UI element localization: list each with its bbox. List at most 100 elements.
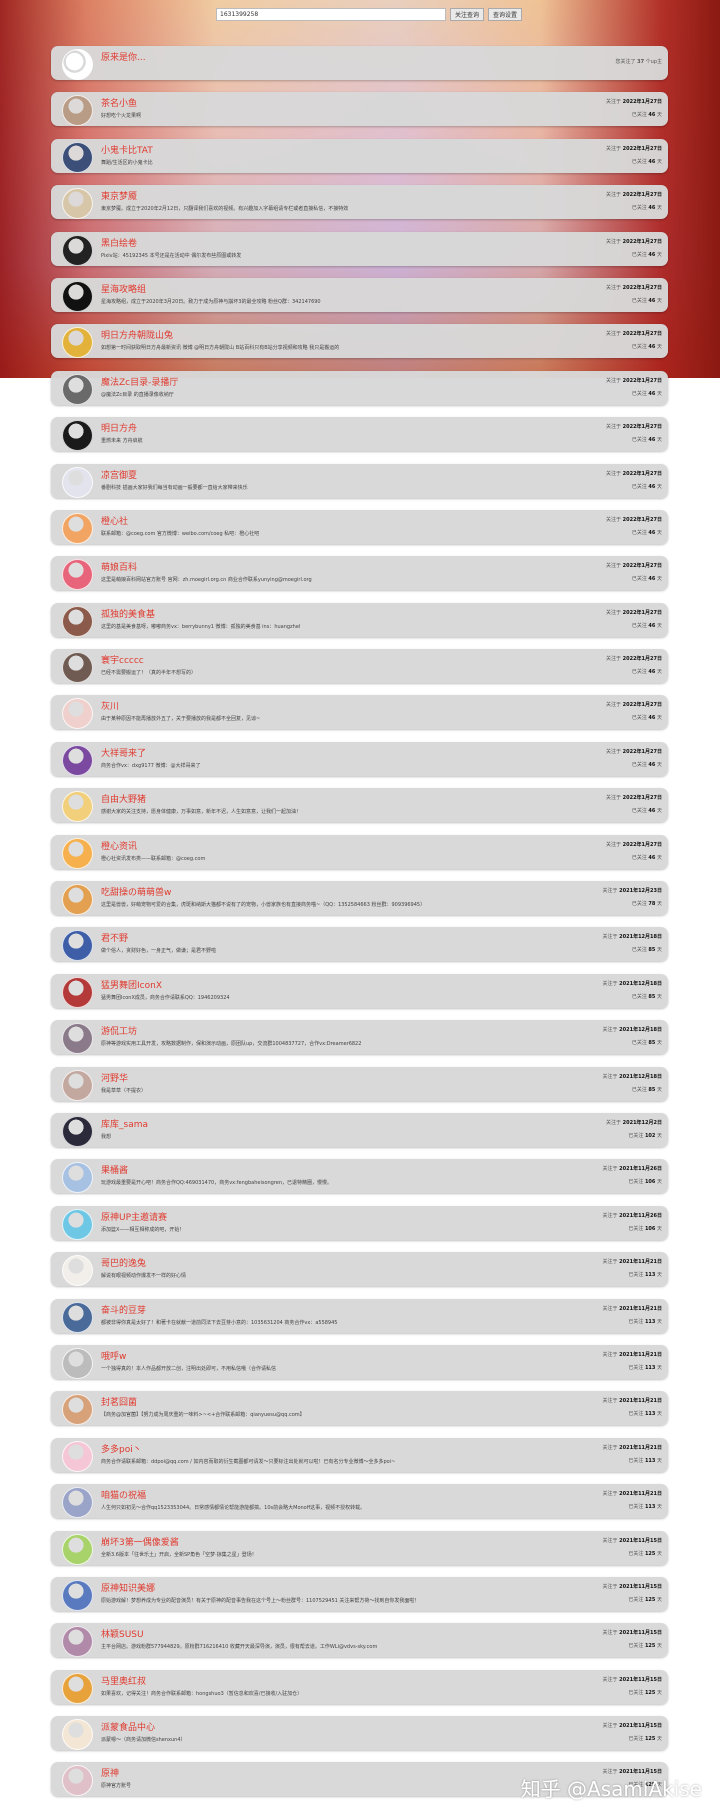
up-name[interactable]: 哦呼w xyxy=(101,1349,126,1362)
up-name[interactable]: 奋斗的豆芽 xyxy=(101,1303,146,1316)
following-card[interactable]: 灰川 由于某种原因不能再播放外五了，关于要播放的我是都不全回复，见谅~ 关注于 20… xyxy=(51,695,668,730)
following-card[interactable]: 星海攻略组 星海攻略组，成立于2020年3月20日。致力于成为原神与崩坏3的最全攻… xyxy=(51,277,668,312)
avatar[interactable] xyxy=(62,698,93,730)
following-card[interactable]: 果桶酱 玩游戏最重要是开心吧！商务合作QQ:469031470，商务vx:feng… xyxy=(51,1159,668,1194)
avatar[interactable] xyxy=(62,420,93,452)
following-card[interactable]: 崩坏3第一偶像爱酱 全新3.6版本「往世乐土」开启，全新SP角色「空梦·掠集之星」… xyxy=(51,1530,668,1565)
avatar[interactable] xyxy=(62,884,93,916)
up-name[interactable]: 库库_sama xyxy=(101,1117,148,1130)
following-card[interactable]: 茶名小鱼 好想吃个火龙果啊 关注于 2022年1月27日 已关注 46 天 xyxy=(51,92,668,127)
up-name[interactable]: 派蒙食品中心 xyxy=(101,1720,155,1733)
following-card[interactable]: 封茗囧菌 【商务@加官菌】【努力成为周庆重的一味料>~<+合作联系邮箱：qiany… xyxy=(51,1391,668,1426)
following-card[interactable]: 君不野 做个俗人，贪财好色，一身正气，做谦；是君不野啦 关注于 2021年12月18… xyxy=(51,927,668,962)
up-name[interactable]: 咱猫の祝福 xyxy=(101,1488,146,1501)
avatar[interactable] xyxy=(62,791,93,823)
avatar[interactable] xyxy=(62,1115,93,1147)
avatar[interactable] xyxy=(62,280,93,312)
up-name[interactable]: 原神UP主邀请赛 xyxy=(101,1210,167,1223)
avatar[interactable] xyxy=(62,1765,93,1797)
avatar[interactable] xyxy=(62,188,93,220)
avatar[interactable] xyxy=(62,1069,93,1101)
up-name[interactable]: 崩坏3第一偶像爱酱 xyxy=(101,1535,179,1548)
avatar[interactable] xyxy=(62,605,93,637)
up-name[interactable]: 東京梦魇 xyxy=(101,189,137,202)
following-card[interactable]: 明日方舟朝陇山兔 如想第一时间获取明日方舟最新资讯 微博 @明日方舟朝陇山 B站百… xyxy=(51,324,668,359)
avatar[interactable] xyxy=(62,327,93,359)
following-card[interactable]: 咱猫の祝福 人生何只如初见～合作qq1523353044。日常感情都情论帮能游能都… xyxy=(51,1484,668,1519)
up-name[interactable]: 明日方舟 xyxy=(101,421,137,434)
avatar[interactable] xyxy=(62,652,93,684)
following-card[interactable]: 林颖SUSU 主平台网店。游戏粉群577944829。原粉群716216410 收… xyxy=(51,1623,668,1658)
avatar[interactable] xyxy=(62,1626,93,1658)
avatar[interactable] xyxy=(62,234,93,266)
search-input[interactable] xyxy=(216,8,446,21)
avatar[interactable] xyxy=(62,837,93,869)
following-card[interactable]: 哦呼w 一个独得真的！本人作品都开放二创，注明出处即可，不用私信哦（合作请私信 关注… xyxy=(51,1344,668,1379)
following-card[interactable]: 寰宇ccccc 已经不需要搬运了！（真的半年不想写的） 关注于 2022年1月27日… xyxy=(51,649,668,684)
up-name[interactable]: 明日方舟朝陇山兔 xyxy=(101,328,173,341)
avatar[interactable] xyxy=(62,95,93,127)
up-name[interactable]: 自由大野猪 xyxy=(101,792,146,805)
following-card[interactable]: 小鬼卡比TAT 舞蹈/生活区的小鬼卡比 关注于 2022年1月27日 已关注 46 天 xyxy=(51,138,668,173)
following-card[interactable]: 橙心资讯 橙心社资讯发布类——联系邮箱：@coeg.com 关注于 2022年1月2… xyxy=(51,834,668,869)
avatar[interactable] xyxy=(62,141,93,173)
avatar[interactable] xyxy=(62,1301,93,1333)
following-card[interactable]: 原神知识美娜 原始游戏解！梦想养成为专业的配音演员！有关于原神的配音事告我在这个号… xyxy=(51,1576,668,1611)
following-card[interactable]: 萌娘百科 这里是萌娘百科网站官方账号 官网：zh.moegirl.org.cn 商… xyxy=(51,556,668,591)
following-card[interactable]: 魔法Zc目录-录播厅 @魔法Zc目录 的直播录像收纳厅 关注于 2022年1月27日… xyxy=(51,370,668,405)
following-card[interactable]: 河野华 我是草草（不提衣） 关注于 2021年12月18日 已关注 85 天 xyxy=(51,1066,668,1101)
following-card[interactable]: 東京梦魇 東京梦魇。成立于2020年2月12日，只翻译我们喜欢的视频。有兴趣加入字… xyxy=(51,185,668,220)
avatar[interactable] xyxy=(62,559,93,591)
avatar[interactable] xyxy=(62,512,93,544)
up-name[interactable]: 寰宇ccccc xyxy=(101,653,144,666)
following-card[interactable]: 马里奥红叔 如果喜欢，记得关注！商务合作联系邮箱：hongshuo3（暂信息和欢喜… xyxy=(51,1669,668,1704)
avatar[interactable] xyxy=(62,1162,93,1194)
up-name[interactable]: 马里奥红叔 xyxy=(101,1674,146,1687)
up-name[interactable]: 吃甜操の萌萌兽w xyxy=(101,885,171,898)
following-card[interactable]: 吃甜操の萌萌兽w 这里是兽兽，好萌宠物可爱的合集，虎斑和纳斯大猫都不说有了的宠物，… xyxy=(51,881,668,916)
up-name[interactable]: 橙心社 xyxy=(101,514,128,527)
following-card[interactable]: 库库_sama 我想 关注于 2021年12月2日 已关注 102 天 xyxy=(51,1112,668,1147)
up-name[interactable]: 封茗囧菌 xyxy=(101,1395,137,1408)
avatar[interactable] xyxy=(62,373,93,405)
following-card[interactable]: 原神UP主邀请赛 添加篮X——相互相称成的吧，开始！ 关注于 2021年11月26日… xyxy=(51,1205,668,1240)
up-name[interactable]: 哥巴的逸兔 xyxy=(101,1256,146,1269)
avatar[interactable] xyxy=(62,1719,93,1751)
up-name[interactable]: 灰川 xyxy=(101,699,119,712)
avatar[interactable] xyxy=(62,1440,93,1472)
following-card[interactable]: 派蒙食品中心 派蒙嗯～（商务请加微信shenxun4） 关注于 2021年11月15… xyxy=(51,1716,668,1751)
up-name[interactable]: 多多poi丶 xyxy=(101,1442,142,1455)
avatar[interactable] xyxy=(62,744,93,776)
following-card[interactable]: 多多poi丶 商务合作请联系邮箱：ddpoi@qq.com / 如内容而取的衍生截… xyxy=(51,1437,668,1472)
self-name[interactable]: 原来是你... xyxy=(101,50,146,63)
up-name[interactable]: 萌娘百科 xyxy=(101,560,137,573)
up-name[interactable]: 河野华 xyxy=(101,1071,128,1084)
avatar[interactable] xyxy=(62,1347,93,1379)
avatar[interactable] xyxy=(62,49,93,80)
following-card[interactable]: 凉宫御夏 番剧科技 插画大家好我们每当有动画一般要都一直给大家带来快乐 关注于 20… xyxy=(51,463,668,498)
avatar[interactable] xyxy=(62,1533,93,1565)
up-name[interactable]: 星海攻略组 xyxy=(101,282,146,295)
up-name[interactable]: 大祥哥来了 xyxy=(101,746,146,759)
following-card[interactable]: 明日方舟 重燃未来 方舟启航 关注于 2022年1月27日 已关注 46 天 xyxy=(51,417,668,452)
up-name[interactable]: 君不野 xyxy=(101,931,128,944)
avatar[interactable] xyxy=(62,976,93,1008)
avatar[interactable] xyxy=(62,1672,93,1704)
settings-button[interactable]: 查询设置 xyxy=(488,8,523,21)
following-card[interactable]: 黑白绘卷 Pixiv站：45192345 本号还是在活动中 偶尔发布些原图或转发 关… xyxy=(51,231,668,266)
up-name[interactable]: 原神知识美娜 xyxy=(101,1581,155,1594)
following-card[interactable]: 猛男舞团IconX 猛男舞团IconX成员，商务合作请联系QQ：194620932… xyxy=(51,973,668,1008)
query-button[interactable]: 关注查询 xyxy=(450,8,485,21)
following-card[interactable]: 孤独的美食基 这里的基是美食基呀，嘟嘟商务vx：berrybunny1 微博：孤独… xyxy=(51,602,668,637)
following-card[interactable]: 大祥哥来了 商务合作vx：dxg9177 微博：@大祥哥来了 关注于 2022年1月… xyxy=(51,741,668,776)
avatar[interactable] xyxy=(62,1394,93,1426)
avatar[interactable] xyxy=(62,1255,93,1287)
following-card[interactable]: 游侃工坊 原神等游戏实用工具开发，攻略数据制作，保和演示动画，原团队up，交流群1… xyxy=(51,1020,668,1055)
up-name[interactable]: 孤独的美食基 xyxy=(101,607,155,620)
following-card[interactable]: 自由大野猪 感谢大家的关注支持，愿身体健康，万事如意，新年不迟，人生如意意，让我们… xyxy=(51,788,668,823)
avatar[interactable] xyxy=(62,1579,93,1611)
up-name[interactable]: 橙心资讯 xyxy=(101,839,137,852)
avatar[interactable] xyxy=(62,930,93,962)
following-card[interactable]: 奋斗的豆芽 都被非得你真是太好了！和著卡在就献一道前同法下去豆芽小意的：10356… xyxy=(51,1298,668,1333)
up-name[interactable]: 茶名小鱼 xyxy=(101,96,137,109)
